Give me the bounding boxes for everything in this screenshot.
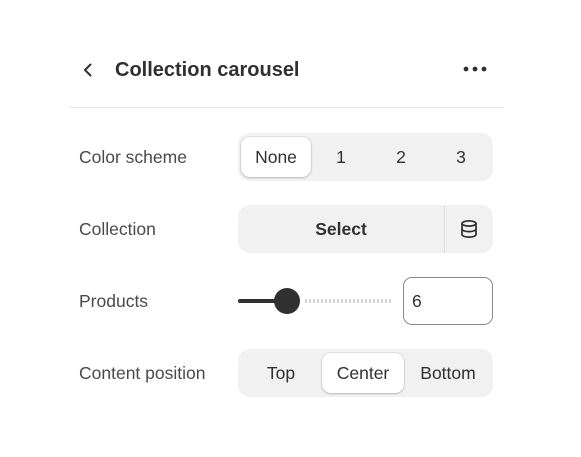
content-position-option-top[interactable]: Top xyxy=(241,353,321,393)
content-position-label: Content position xyxy=(79,363,206,383)
color-scheme-option-none[interactable]: None xyxy=(241,137,311,177)
color-scheme-option-2[interactable]: 2 xyxy=(371,137,431,177)
back-button[interactable] xyxy=(74,56,102,84)
dynamic-source-button[interactable] xyxy=(445,205,493,253)
content-position-option-bottom[interactable]: Bottom xyxy=(406,353,490,393)
color-scheme-option-1[interactable]: 1 xyxy=(311,137,371,177)
collection-label: Collection xyxy=(79,219,156,239)
products-range-slider[interactable] xyxy=(238,287,392,315)
chevron-left-icon xyxy=(84,63,92,77)
collection-picker: Select xyxy=(238,205,493,253)
color-scheme-segmented-control: None 1 2 3 xyxy=(238,133,493,181)
collection-select-button[interactable]: Select xyxy=(238,205,444,253)
page-title: Collection carousel xyxy=(115,59,300,81)
database-icon xyxy=(461,220,477,238)
content-position-option-center[interactable]: Center xyxy=(322,353,404,393)
header-divider xyxy=(69,107,504,108)
ellipsis-icon xyxy=(463,66,487,72)
more-actions-button[interactable] xyxy=(458,55,492,83)
color-scheme-option-3[interactable]: 3 xyxy=(431,137,491,177)
products-count-input[interactable] xyxy=(403,277,493,325)
section-settings-panel: Collection carousel Color scheme None 1 … xyxy=(0,0,581,457)
slider-track xyxy=(305,299,392,303)
content-position-segmented-control: Top Center Bottom xyxy=(238,349,493,397)
slider-thumb[interactable] xyxy=(274,288,300,314)
products-label: Products xyxy=(79,291,149,311)
color-scheme-label: Color scheme xyxy=(79,147,187,167)
